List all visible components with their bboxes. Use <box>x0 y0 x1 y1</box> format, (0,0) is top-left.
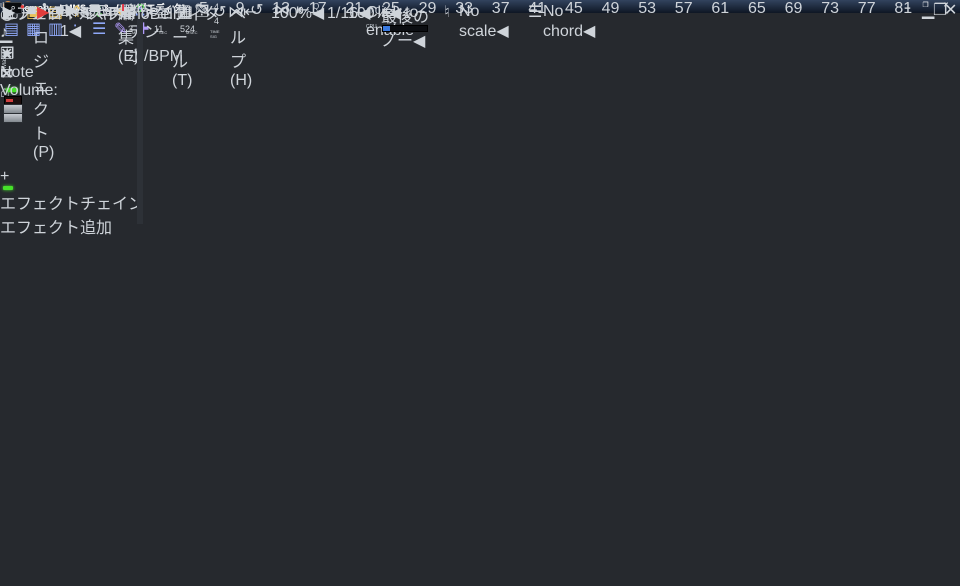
pr-stop-button[interactable]: ■ <box>55 2 65 20</box>
pr-quantize-icon: Q <box>313 2 327 11</box>
pr-quantize-combobox[interactable]: 1/16◀ <box>327 3 361 18</box>
pr-notelength-combobox[interactable]: 最後のノー◀ <box>381 3 439 18</box>
pr-cut-button[interactable]: ✂ <box>158 2 171 22</box>
timeline-bar-label: 73 <box>821 0 839 18</box>
pr-chord-value: No chord <box>543 3 583 40</box>
piano-roll-vscrollbar[interactable] <box>0 107 234 187</box>
pr-repeat-icon[interactable]: ↺ <box>213 2 226 22</box>
timeline-bar-label: 65 <box>748 0 766 18</box>
pr-draw-mode-button[interactable]: ✎ <box>78 2 91 22</box>
timeline-bar-label: 69 <box>785 0 803 18</box>
fx-chain-header[interactable]: エフェクトチェイン <box>0 186 144 214</box>
pr-chord-combobox[interactable]: No chord◀ <box>543 3 609 18</box>
add-effect-button[interactable]: エフェクト追加 <box>0 214 144 238</box>
pr-chord-icon: ☰ <box>528 2 542 22</box>
pr-zoom-value: 100% <box>271 5 312 22</box>
pr-record-button[interactable]: ● <box>20 2 25 11</box>
timeline-bar-label: 53 <box>638 0 656 18</box>
timeline-bar-label: 77 <box>858 0 876 18</box>
pr-quantize-value: 1/16 <box>327 5 358 22</box>
pr-scale-value: No scale <box>459 3 496 40</box>
piano-roll-hscrollbar[interactable] <box>0 100 234 107</box>
pr-minimize-button[interactable]: ▁ <box>0 24 234 44</box>
timeline-bar-label: 61 <box>711 0 729 18</box>
pr-play-button[interactable]: ▶ <box>3 2 15 22</box>
pr-rewind-icon[interactable]: ⇤ <box>243 2 256 22</box>
pr-scale-combobox[interactable]: No scale◀ <box>459 3 525 18</box>
pr-zoom-combobox[interactable]: 100%◀ <box>271 3 311 18</box>
pr-maximize-button[interactable]: ❐ <box>0 44 234 64</box>
timeline-bar-label: 57 <box>675 0 693 18</box>
pr-erase-mode-button[interactable]: ▭ <box>98 2 113 22</box>
cpu-label: CPU <box>366 24 377 30</box>
pr-record-play-button[interactable]: ▶ <box>37 2 49 22</box>
mdi-close-button[interactable]: ✕ <box>944 0 957 20</box>
pr-scale-icon: ♮ <box>444 2 458 22</box>
lmms-app: Memory - LMMS 1.1.3 - [ソングエディタ] ▁ ❐ ✕ プロ… <box>0 0 960 586</box>
scrollbar-handle[interactable] <box>0 100 234 107</box>
timeline-bar-label: 81 <box>894 0 912 18</box>
scrollbar-handle[interactable] <box>0 107 8 187</box>
pr-copy-button[interactable]: ❏ <box>177 2 191 22</box>
pr-detune-mode-button[interactable]: ∴ <box>135 2 145 22</box>
pr-mirror-icon[interactable]: ⋈ <box>228 2 244 22</box>
pr-paste-button[interactable]: ❐ <box>195 2 209 22</box>
note-volume-area[interactable]: Note Volume: <box>0 64 234 100</box>
pr-loop-marker[interactable] <box>122 4 124 11</box>
pr-notelength-icon: ♪ <box>366 2 380 20</box>
fx-effect-chain: エフェクトチェイン エフェクト追加 <box>0 186 144 238</box>
piano-roll-window: ピアノロール - PianoBell ▁ ❐ ▶ ● ▶ ■ ✎ ▭ ∴ ✂ ❏… <box>0 0 234 187</box>
fx-chain-label: エフェクトチェイン <box>0 196 144 213</box>
note-volume-label: Note Volume: <box>0 64 234 100</box>
